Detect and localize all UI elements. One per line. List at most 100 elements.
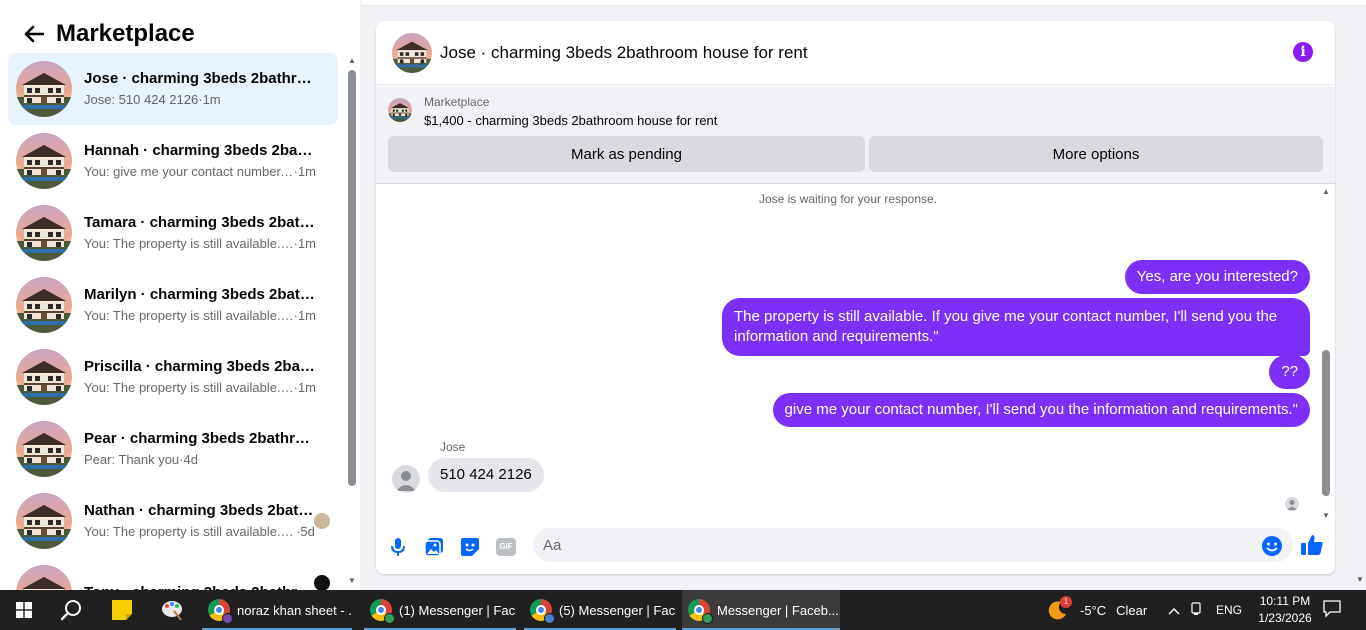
mark-as-pending-button[interactable]: Mark as pending xyxy=(388,136,865,172)
windows-start-icon[interactable] xyxy=(0,590,48,630)
house-photo xyxy=(16,349,72,405)
more-options-button[interactable]: More options xyxy=(869,136,1323,172)
house-photo xyxy=(16,493,72,549)
search-icon[interactable] xyxy=(48,590,96,630)
conversation-preview-row: You: give me your contact number, I'll s… xyxy=(84,163,316,181)
sidebar-scrollbar[interactable]: ▲ ▼ xyxy=(347,56,357,586)
thumbs-up-icon[interactable] xyxy=(1300,533,1326,559)
microphone-icon[interactable] xyxy=(386,535,410,559)
sent-message[interactable]: Yes, are you interested? xyxy=(1124,260,1310,294)
chat-title[interactable]: Jose · charming 3beds 2bathroom house fo… xyxy=(440,43,808,63)
conversation-text: Priscilla · charming 3beds 2bathroom hou… xyxy=(84,357,316,397)
sent-message[interactable]: ?? xyxy=(1269,355,1310,389)
sticker-icon[interactable] xyxy=(458,535,482,559)
conversation-text: Nathan · charming 3beds 2bathroom house … xyxy=(84,501,316,541)
weather-moon-icon: 1 xyxy=(1046,596,1072,621)
conversation-item[interactable]: Tamara · charming 3beds 2bathroom house … xyxy=(8,197,338,269)
message-scrollbar[interactable]: ▲ ▼ xyxy=(1320,185,1332,523)
system-clock[interactable]: 10:11 PM 1/23/2026 xyxy=(1250,593,1320,627)
language-indicator[interactable]: ENG xyxy=(1216,603,1242,617)
scroll-down-arrow-icon[interactable]: ▼ xyxy=(347,576,357,586)
sent-message[interactable]: give me your contact number, I'll send y… xyxy=(772,393,1310,427)
conversation-item[interactable]: Nathan · charming 3beds 2bathroom house … xyxy=(8,485,338,557)
listing-avatar[interactable] xyxy=(392,32,432,73)
message-input[interactable] xyxy=(533,528,1293,562)
scrollbar-thumb[interactable] xyxy=(1322,350,1330,496)
scroll-down-arrow-icon[interactable]: ▼ xyxy=(1321,511,1331,521)
gif-label: GIF xyxy=(496,538,516,556)
conversation-item[interactable]: Tony · charming 3beds 2bathroom house fo… xyxy=(8,557,338,590)
scrollbar-thumb[interactable] xyxy=(348,70,356,486)
conversation-thumbnail xyxy=(16,421,72,477)
taskbar-app[interactable]: (1) Messenger | Fac... xyxy=(364,590,516,630)
taskbar-app[interactable]: noraz khan sheet - ... xyxy=(202,590,352,630)
photo-icon[interactable] xyxy=(422,535,446,559)
conversation-name: Jose · charming 3beds 2bathroom house fo… xyxy=(84,70,316,87)
conversation-item[interactable]: Priscilla · charming 3beds 2bathroom hou… xyxy=(8,341,338,413)
weather-widget[interactable]: 1 -5°C Clear xyxy=(1046,590,1147,630)
conversation-item[interactable]: Hannah · charming 3beds 2bathroom house … xyxy=(8,125,338,197)
house-photo xyxy=(392,32,432,73)
chat-header: Jose · charming 3beds 2bathroom house fo… xyxy=(376,21,1335,85)
person-icon xyxy=(1287,500,1297,510)
scroll-up-arrow-icon[interactable]: ▲ xyxy=(1321,187,1331,197)
message-thread: Jose is waiting for your response. Yes, … xyxy=(376,185,1335,523)
message-composer: GIF xyxy=(376,523,1335,574)
house-photo xyxy=(16,421,72,477)
house-photo xyxy=(16,565,72,590)
conversation-thumbnail xyxy=(16,61,72,117)
conversation-time: 1m xyxy=(297,308,316,323)
conversation-name: Nathan · charming 3beds 2bathroom house … xyxy=(84,502,316,519)
conversation-list: Jose · charming 3beds 2bathroom house fo… xyxy=(8,53,338,590)
taskbar-app-active[interactable]: Messenger | Faceb... xyxy=(682,590,840,630)
sticky-notes-icon[interactable] xyxy=(98,590,146,630)
conversation-thumbnail xyxy=(16,349,72,405)
conversation-time: 1m xyxy=(297,236,316,251)
page-scroll-down-arrow-icon[interactable]: ▼ xyxy=(1354,575,1366,587)
chevron-up-icon[interactable] xyxy=(1168,603,1180,618)
listing-banner: Marketplace $1,400 - charming 3beds 2bat… xyxy=(376,86,1335,184)
house-photo xyxy=(16,277,72,333)
seen-avatar xyxy=(314,575,330,590)
emoji-icon[interactable] xyxy=(1261,535,1283,557)
chrome-icon xyxy=(530,599,555,624)
taskbar-app-label: (5) Messenger | Fac... xyxy=(559,602,676,618)
sidebar-title: Marketplace xyxy=(56,20,195,47)
received-message[interactable]: 510 424 2126 xyxy=(428,458,544,492)
seen-avatar xyxy=(314,513,330,529)
avatar[interactable] xyxy=(392,465,420,493)
conversation-preview-row: You: The property is still available. If… xyxy=(84,379,316,397)
conversation-text: Hannah · charming 3beds 2bathroom house … xyxy=(84,141,316,181)
back-button[interactable] xyxy=(20,20,48,48)
info-icon[interactable]: i xyxy=(1293,42,1313,62)
listing-thumbnail[interactable] xyxy=(388,98,412,122)
paint-palette-icon[interactable] xyxy=(148,590,196,630)
conversation-item[interactable]: Pear · charming 3beds 2bathroom house fo… xyxy=(8,413,338,485)
notification-icon[interactable] xyxy=(1322,598,1346,622)
sent-message[interactable]: The property is still available. If you … xyxy=(722,298,1310,356)
conversation-thumbnail xyxy=(16,493,72,549)
chrome-icon xyxy=(208,599,233,624)
conversation-time: 1m xyxy=(297,380,316,395)
listing-title[interactable]: $1,400 - charming 3beds 2bathroom house … xyxy=(424,113,717,128)
house-photo xyxy=(16,61,72,117)
conversation-item[interactable]: Jose · charming 3beds 2bathroom house fo… xyxy=(8,53,338,125)
house-photo xyxy=(16,205,72,261)
scroll-up-arrow-icon[interactable]: ▲ xyxy=(347,56,357,66)
taskbar-app[interactable]: (5) Messenger | Fac... xyxy=(524,590,676,630)
conversation-preview-row: You: The property is still available. If… xyxy=(84,523,316,541)
conversation-item[interactable]: Marilyn · charming 3beds 2bathroom house… xyxy=(8,269,338,341)
top-strip xyxy=(362,0,1366,6)
conversation-name: Tony · charming 3beds 2bathroom house fo… xyxy=(84,583,316,590)
conversation-name: Tamara · charming 3beds 2bathroom house … xyxy=(84,214,316,231)
conversation-preview: You: The property is still available. If… xyxy=(84,524,296,539)
read-receipt-avatar xyxy=(1285,497,1299,511)
arrow-left-icon xyxy=(24,25,44,43)
taskbar-app-label: noraz khan sheet - ... xyxy=(237,602,352,618)
gif-icon[interactable]: GIF xyxy=(494,535,518,559)
conversation-text: Jose · charming 3beds 2bathroom house fo… xyxy=(84,69,316,109)
conversation-thumbnail xyxy=(16,205,72,261)
device-icon[interactable] xyxy=(1190,601,1202,619)
taskbar-app-label: Messenger | Faceb... xyxy=(717,602,839,618)
conversation-preview-row: You: The property is still available. If… xyxy=(84,235,316,253)
